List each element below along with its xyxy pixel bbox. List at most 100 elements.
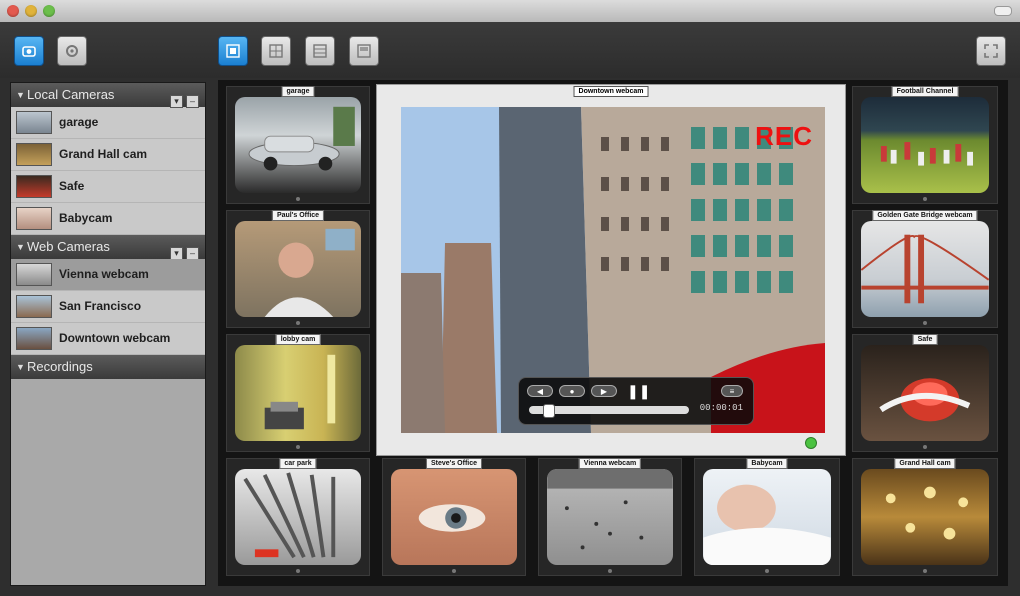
camera-cell-safe[interactable]: Safe — [852, 334, 998, 452]
section-header-web-cameras[interactable]: ▼ Web Cameras ▾ – — [11, 235, 205, 260]
app-window: ▼ Local Cameras ▾ – garage Grand Hall cam… — [0, 0, 1020, 596]
camera-label: Safe — [912, 334, 938, 345]
camera-thumbnail — [16, 263, 52, 286]
list-item[interactable]: Babycam — [11, 203, 205, 235]
camera-name: garage — [59, 115, 99, 129]
settings-button[interactable] — [57, 36, 87, 66]
camera-thumbnail — [16, 111, 52, 134]
hall-image — [885, 486, 969, 540]
camera-cell-car-park[interactable]: car park — [226, 458, 370, 576]
status-dot — [765, 569, 769, 573]
eye-image — [418, 504, 486, 532]
toolbar — [0, 22, 1020, 78]
camera-feed — [861, 469, 989, 565]
grid-layout-4-button[interactable] — [349, 36, 379, 66]
layout-icon — [269, 44, 283, 58]
rewind-button[interactable]: ◀ — [527, 385, 553, 397]
list-item[interactable]: Safe — [11, 171, 205, 203]
camera-label: garage — [281, 86, 315, 97]
camera-cell-football[interactable]: Football Channel — [852, 86, 998, 204]
local-camera-list: garage Grand Hall cam Safe Babycam — [11, 107, 205, 235]
list-item[interactable]: Downtown webcam — [11, 323, 205, 355]
camera-cell-garage[interactable]: garage — [226, 86, 370, 204]
camera-cell-babycam[interactable]: Babycam — [694, 458, 840, 576]
status-dot — [923, 569, 927, 573]
fullscreen-icon — [984, 44, 998, 58]
disclosure-triangle-icon[interactable]: ▼ — [16, 83, 25, 107]
toolbar-toggle-button[interactable] — [994, 6, 1012, 16]
grid-layout-3-button[interactable] — [305, 36, 335, 66]
list-item[interactable]: San Francisco — [11, 291, 205, 323]
timeline-scrubber[interactable] — [529, 404, 689, 418]
camera-name: San Francisco — [59, 299, 142, 313]
list-item-selected[interactable]: Vienna webcam — [11, 259, 205, 291]
camera-label: Football Channel — [891, 86, 959, 97]
status-dot — [296, 569, 300, 573]
scrubber-knob[interactable] — [543, 404, 555, 418]
camera-label: Golden Gate Bridge webcam — [872, 210, 978, 221]
camera-label: Grand Hall cam — [894, 458, 956, 469]
title-bar — [0, 0, 1020, 23]
camera-label: Vienna webcam — [578, 458, 642, 469]
status-dot — [923, 445, 927, 449]
camera-cell-vienna[interactable]: Vienna webcam — [538, 458, 682, 576]
car-image — [248, 106, 355, 171]
grid-layout-2-button[interactable] — [261, 36, 291, 66]
close-window-button[interactable] — [7, 5, 19, 17]
camera-thumbnail — [16, 327, 52, 350]
recordings-list — [11, 393, 205, 585]
bridge-image — [861, 234, 989, 304]
players-image — [880, 142, 973, 166]
camera-feed — [235, 221, 361, 317]
gear-icon — [66, 45, 78, 57]
section-header-recordings[interactable]: ▼ Recordings — [11, 355, 205, 379]
grid-layout-1-button[interactable] — [218, 36, 248, 66]
status-dot — [923, 321, 927, 325]
disclosure-triangle-icon[interactable]: ▼ — [16, 355, 25, 379]
disclosure-triangle-icon[interactable]: ▼ — [16, 235, 25, 259]
main-camera-viewer[interactable]: Downtown webcam REC ◀ ● ▶ ❚❚ ≡ 00:00:01 — [376, 84, 846, 456]
camera-icon — [22, 46, 36, 57]
camera-view-button[interactable] — [14, 36, 44, 66]
main-camera-feed: REC ◀ ● ▶ ❚❚ ≡ 00:00:01 — [401, 107, 825, 433]
playback-controls: ◀ ● ▶ ❚❚ ≡ 00:00:01 — [518, 377, 754, 425]
camera-feed — [861, 221, 989, 317]
camera-thumbnail — [16, 143, 52, 166]
camera-cell-office-2[interactable]: Steve's Office — [382, 458, 526, 576]
status-dot — [452, 569, 456, 573]
camera-label: Steve's Office — [425, 458, 483, 469]
room-image — [264, 354, 336, 430]
baby-image — [703, 484, 831, 565]
zoom-window-button[interactable] — [43, 5, 55, 17]
list-item[interactable]: Grand Hall cam — [11, 139, 205, 171]
playback-time: 00:00:01 — [699, 403, 743, 413]
grid-layout-icon — [226, 44, 240, 58]
forward-button[interactable]: ▶ — [591, 385, 617, 397]
list-item[interactable]: garage — [11, 107, 205, 139]
section-title: Recordings — [27, 359, 93, 374]
section-title: Local Cameras — [27, 87, 115, 102]
camera-name: Grand Hall cam — [59, 147, 148, 161]
camera-cell-grand-hall[interactable]: Grand Hall cam — [852, 458, 998, 576]
camera-feed — [235, 97, 361, 193]
minimize-window-button[interactable] — [25, 5, 37, 17]
camera-cell-bridge[interactable]: Golden Gate Bridge webcam — [852, 210, 998, 328]
camera-label: car park — [279, 458, 317, 469]
online-status-indicator — [805, 437, 817, 449]
options-button[interactable]: ≡ — [721, 385, 743, 397]
section-title: Web Cameras — [27, 239, 110, 254]
fullscreen-button[interactable] — [976, 36, 1006, 66]
camera-name: Downtown webcam — [59, 331, 171, 345]
camera-cell-lobby[interactable]: lobby cam — [226, 334, 370, 452]
section-header-local-cameras[interactable]: ▼ Local Cameras ▾ – — [11, 83, 205, 108]
camera-sidebar: ▼ Local Cameras ▾ – garage Grand Hall cam… — [10, 82, 206, 586]
pause-button[interactable]: ❚❚ — [627, 384, 650, 398]
status-dot — [296, 445, 300, 449]
snapshot-button[interactable]: ● — [559, 385, 585, 397]
camera-feed — [861, 97, 989, 193]
camera-feed — [861, 345, 989, 441]
camera-feed — [703, 469, 831, 565]
person-image — [264, 228, 355, 317]
camera-feed — [547, 469, 673, 565]
camera-cell-office[interactable]: Paul's Office — [226, 210, 370, 328]
